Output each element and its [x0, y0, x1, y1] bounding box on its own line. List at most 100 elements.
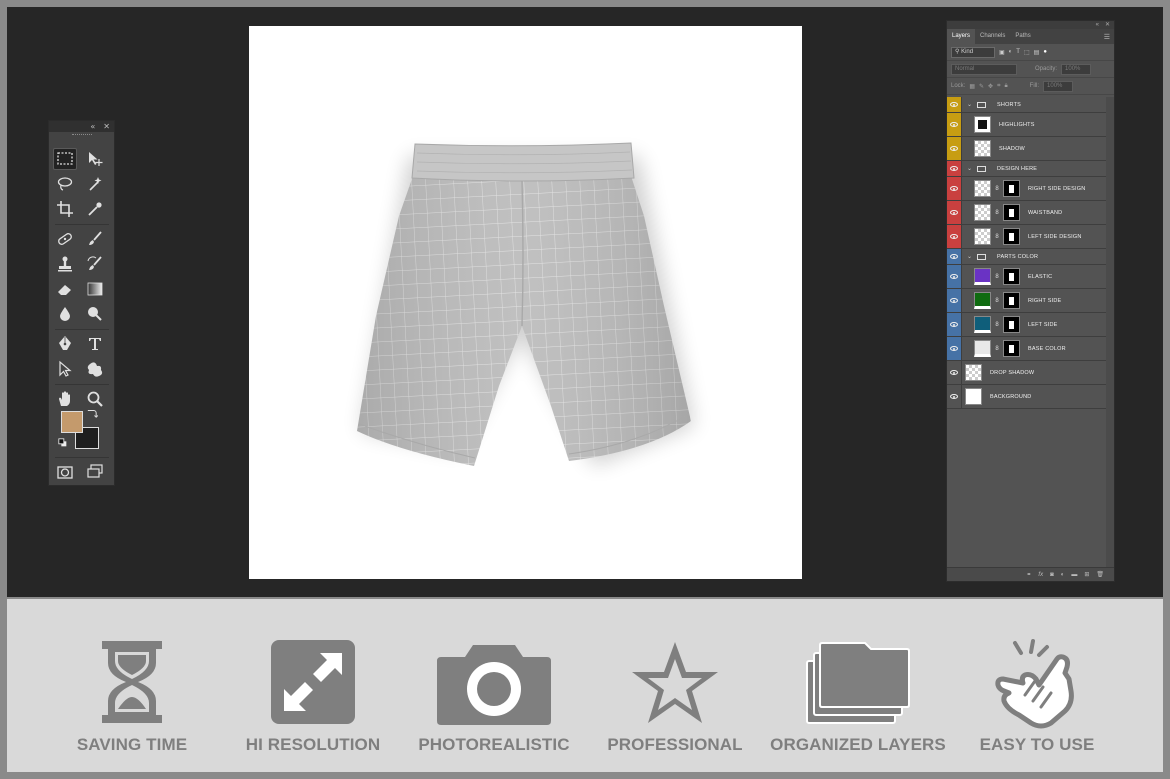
lock-pixels-icon[interactable]: ✎ — [979, 83, 984, 90]
shape-filter-icon[interactable]: ⬚ — [1024, 49, 1030, 56]
layer-row[interactable]: 8 WAISTBAND — [947, 201, 1107, 225]
adjustment-layer-icon[interactable]: ◐ — [1061, 572, 1065, 578]
adjustment-filter-icon[interactable]: ◐ — [1009, 49, 1013, 55]
layers-scrollbar[interactable] — [1106, 97, 1114, 567]
group-expand-icon[interactable]: ⌄ — [967, 253, 972, 260]
visibility-toggle[interactable] — [947, 337, 962, 360]
magic-wand-tool[interactable] — [83, 173, 107, 195]
layer-row[interactable]: BACKGROUND — [947, 385, 1107, 409]
gradient-tool[interactable] — [83, 278, 107, 300]
marquee-tool[interactable] — [53, 148, 77, 170]
hand-tool[interactable] — [53, 388, 77, 410]
mask-link-icon[interactable]: 8 — [994, 186, 1000, 192]
opacity-input[interactable]: 100% — [1061, 63, 1092, 75]
visibility-toggle[interactable] — [947, 137, 962, 160]
layer-row[interactable]: 8 RIGHT SIDE DESIGN — [947, 177, 1107, 201]
visibility-toggle[interactable] — [947, 201, 962, 224]
layer-mask-thumbnail[interactable] — [1003, 268, 1020, 285]
crop-tool[interactable] — [53, 198, 77, 220]
mask-link-icon[interactable]: 8 — [994, 274, 1000, 280]
visibility-toggle[interactable] — [947, 361, 962, 384]
healing-brush-tool[interactable] — [53, 228, 77, 250]
move-tool[interactable] — [83, 148, 107, 170]
new-group-icon[interactable]: ▬ — [1071, 572, 1077, 578]
quick-mask-button[interactable] — [53, 461, 77, 483]
lock-transparency-icon[interactable]: ▦ — [969, 83, 975, 90]
path-selection-tool[interactable] — [53, 358, 77, 380]
layer-row[interactable]: 8 LEFT SIDE DESIGN — [947, 225, 1107, 249]
collapse-icon[interactable]: « — [1096, 21, 1099, 29]
document-canvas[interactable] — [249, 26, 802, 579]
collapse-icon[interactable]: « — [90, 122, 95, 131]
lock-position-icon[interactable]: ✥ — [988, 83, 993, 90]
history-brush-tool[interactable] — [83, 253, 107, 275]
visibility-toggle[interactable] — [947, 97, 962, 112]
mask-link-icon[interactable]: 8 — [994, 322, 1000, 328]
visibility-toggle[interactable] — [947, 289, 962, 312]
visibility-toggle[interactable] — [947, 113, 962, 136]
eraser-tool[interactable] — [53, 278, 77, 300]
lock-artboard-icon[interactable]: ⌗ — [997, 83, 1000, 90]
filter-kind-select[interactable]: ⚲ Kind — [951, 46, 995, 58]
delete-layer-icon[interactable]: 🗑︎ — [1096, 571, 1104, 578]
add-mask-icon[interactable]: ◙ — [1050, 572, 1054, 578]
type-filter-icon[interactable]: T — [1016, 49, 1020, 55]
mask-link-icon[interactable]: 8 — [994, 234, 1000, 240]
layer-mask-thumbnail[interactable] — [1003, 292, 1020, 309]
eyedropper-tool[interactable] — [83, 198, 107, 220]
tab-paths[interactable]: Paths — [1010, 29, 1035, 44]
group-expand-icon[interactable]: ⌄ — [967, 165, 972, 172]
layer-row[interactable]: 8 ELASTIC — [947, 265, 1107, 289]
link-layers-icon[interactable]: ⚭ — [1026, 571, 1031, 578]
visibility-toggle[interactable] — [947, 265, 962, 288]
visibility-toggle[interactable] — [947, 385, 962, 408]
panel-menu-icon[interactable]: ☰ — [1104, 33, 1110, 41]
layer-row[interactable]: ⌄ PARTS COLOR — [947, 249, 1107, 265]
layer-mask-thumbnail[interactable] — [1003, 340, 1020, 357]
visibility-toggle[interactable] — [947, 249, 962, 264]
brush-tool[interactable] — [83, 228, 107, 250]
layer-row[interactable]: SHADOW — [947, 137, 1107, 161]
filter-toggle-icon[interactable]: ● — [1043, 49, 1047, 55]
fill-input[interactable]: 100% — [1043, 80, 1074, 92]
mask-link-icon[interactable]: 8 — [994, 210, 1000, 216]
visibility-toggle[interactable] — [947, 161, 962, 176]
lasso-tool[interactable] — [53, 173, 77, 195]
new-layer-icon[interactable]: ⊞ — [1084, 571, 1089, 578]
layer-row[interactable]: HIGHLIGHTS — [947, 113, 1107, 137]
layer-row[interactable]: 8 LEFT SIDE — [947, 313, 1107, 337]
smart-object-filter-icon[interactable]: ▤ — [1034, 49, 1040, 56]
layer-mask-thumbnail[interactable] — [1003, 180, 1020, 197]
tab-layers[interactable]: Layers — [947, 29, 976, 44]
visibility-toggle[interactable] — [947, 177, 962, 200]
pen-tool[interactable] — [53, 333, 77, 355]
swap-colors-button[interactable] — [85, 407, 99, 419]
type-tool[interactable] — [83, 333, 107, 355]
blend-mode-select[interactable]: Normal — [951, 63, 1017, 75]
tab-channels[interactable]: Channels — [975, 29, 1010, 44]
close-icon[interactable]: ✕ — [103, 122, 110, 131]
custom-shape-tool[interactable] — [83, 358, 107, 380]
lock-all-icon[interactable]: 🔒︎ — [1004, 83, 1007, 90]
layer-row[interactable]: ⌄ SHORTS — [947, 97, 1107, 113]
visibility-toggle[interactable] — [947, 313, 962, 336]
visibility-toggle[interactable] — [947, 225, 962, 248]
drag-grip[interactable] — [49, 132, 114, 138]
dodge-tool[interactable] — [83, 303, 107, 325]
close-icon[interactable]: ✕ — [1105, 21, 1110, 29]
group-expand-icon[interactable]: ⌄ — [967, 101, 972, 108]
foreground-color-swatch[interactable] — [61, 411, 83, 433]
mask-link-icon[interactable]: 8 — [994, 298, 1000, 304]
clone-stamp-tool[interactable] — [53, 253, 77, 275]
layer-row[interactable]: 8 RIGHT SIDE — [947, 289, 1107, 313]
screen-mode-button[interactable] — [83, 461, 107, 483]
layer-style-icon[interactable]: fx — [1038, 572, 1043, 578]
layer-row[interactable]: DROP SHADOW — [947, 361, 1107, 385]
pixel-filter-icon[interactable]: ▣ — [999, 49, 1005, 56]
layer-row[interactable]: ⌄ DESIGN HERE — [947, 161, 1107, 177]
default-colors-button[interactable] — [57, 437, 69, 449]
mask-link-icon[interactable]: 8 — [994, 346, 1000, 352]
layer-mask-thumbnail[interactable] — [1003, 228, 1020, 245]
layer-mask-thumbnail[interactable] — [1003, 316, 1020, 333]
layer-mask-thumbnail[interactable] — [1003, 204, 1020, 221]
